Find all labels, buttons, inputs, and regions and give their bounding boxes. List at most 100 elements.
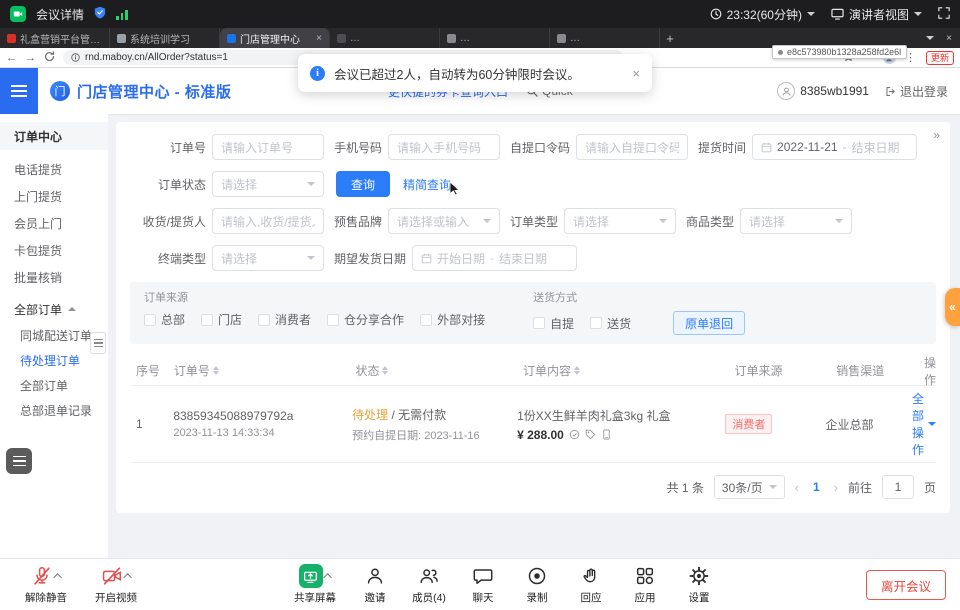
chevron-up-icon[interactable] [53,573,61,581]
goods-type-label: 商品类型 [686,213,734,230]
browser-tab-active[interactable]: 门店管理中心 × [220,28,330,48]
sidebar-item-batch-verify[interactable]: 批量核销 [0,264,108,291]
browser-tab-1[interactable]: 礼盒营销平台管理中心 [0,28,110,48]
new-tab-button[interactable]: + [660,28,680,48]
sidebar-item-door-pickup[interactable]: 上门提货 [0,183,108,210]
order-type-select[interactable]: 请选择 [564,208,676,234]
delivery-method-group-label: 送货方式 [533,289,745,305]
brand-logo: 门 门店管理中心 - 标准版 [50,81,231,102]
main-content: » 订单号 请输入订单号 手机号码 请输入手机号码 [108,114,960,558]
sidebar-item-all-orders[interactable]: 全部订单 [0,373,108,398]
checkbox-delivery-deliver[interactable]: 送货 [590,315,631,332]
sort-icon[interactable] [382,366,388,375]
fullscreen-icon[interactable] [938,7,950,22]
chevron-up-icon[interactable] [123,573,131,581]
menu-toggle-button[interactable] [0,68,38,114]
terminal-type-select[interactable]: 请选择 [212,245,324,271]
muted-mic-icon [31,565,53,587]
sidebar-item-hq-refund-log[interactable]: 总部退单记录 [0,398,108,423]
checkbox-source-external[interactable]: 外部对接 [420,311,485,328]
expect-date-range[interactable]: 开始日期 - 结束日期 [412,245,577,271]
phone-input[interactable]: 请输入手机号码 [388,134,500,160]
leave-meeting-button[interactable]: 离开会议 [866,570,946,600]
back-icon[interactable]: ← [6,52,17,64]
search-button[interactable]: 查询 [336,171,390,197]
tab-close-icon[interactable]: × [316,33,322,44]
meeting-timer[interactable]: 23:32(60分钟) [710,6,815,23]
user-avatar-icon [777,82,795,100]
checkbox-source-hq[interactable]: 总部 [144,311,185,328]
order-source-group-label: 订单来源 [144,289,485,305]
checkbox-icon [420,314,432,326]
apps-grid-icon [634,565,656,587]
simple-search-link[interactable]: 精简查询 [403,176,451,193]
pickup-code-input[interactable]: 请输入自提口令码 [576,134,688,160]
row-action-dropdown[interactable]: 全部操作 [912,390,936,458]
receiver-input[interactable]: 请输入,收货/提货人 [212,208,324,234]
goods-type-select[interactable]: 请选择 [740,208,852,234]
chevron-up-icon[interactable] [323,573,331,581]
meeting-panel-toggle[interactable]: « [945,288,960,326]
cell-status: 待处理 / 无需付款 预约自提日期: 2023-11-16 [352,406,517,443]
invite-person-icon [364,565,386,587]
checkbox-delivery-selfpickup[interactable]: 自提 [533,315,574,332]
tab-search-icon[interactable] [926,36,934,40]
toast-close-icon[interactable]: × [632,66,640,81]
members-button[interactable]: 成员(4) [400,564,458,605]
order-status-select[interactable]: 请选择 [212,171,324,197]
share-screen-button[interactable]: 共享屏幕 [286,564,344,605]
reactions-button[interactable]: 回应 [562,564,620,605]
brand-select[interactable]: 请选择或输入 [388,208,500,234]
pickup-date-range[interactable]: 2022-11-21 - 结束日期 [752,134,917,160]
goto-page-input[interactable]: 1 [882,475,914,499]
table-row: 1 83859345088979792a 2023-11-13 14:33:34… [130,386,936,463]
meeting-title[interactable]: 会议详情 [36,6,84,23]
browser-tab-4[interactable]: … [330,28,440,48]
sort-icon[interactable] [574,366,580,375]
refresh-icon[interactable] [44,51,55,65]
pickup-note: 预约自提日期: 2023-11-16 [352,427,517,443]
col-status[interactable]: 状态 [355,362,523,379]
floating-list-button[interactable] [6,448,32,474]
sidebar-item-card-pickup[interactable]: 卡包提货 [0,237,108,264]
next-page-button[interactable]: › [834,480,838,495]
prev-page-button[interactable]: ‹ [795,480,799,495]
start-video-button[interactable]: 开启视频 [84,564,148,605]
current-page[interactable]: 1 [809,480,824,494]
checkbox-source-consumer[interactable]: 消费者 [258,311,311,328]
browser-tab-6[interactable]: … [550,28,660,48]
sidebar-item-phone-pickup[interactable]: 电话提货 [0,156,108,183]
chat-bubble-icon [472,565,494,587]
collapse-filters-icon[interactable]: » [933,128,940,142]
invite-button[interactable]: 邀请 [346,564,404,605]
settings-button[interactable]: 设置 [670,564,728,605]
sort-icon[interactable] [213,366,219,375]
cell-index: 1 [130,417,173,431]
logout-button[interactable]: 退出登录 [885,83,948,100]
sidebar-group-all-orders[interactable]: 全部订单 [0,295,108,323]
user-account[interactable]: 8385wb1991 [777,82,869,100]
apps-button[interactable]: 应用 [616,564,674,605]
expect-date-label: 期望发货日期 [334,250,406,267]
order-no-input[interactable]: 请输入订单号 [212,134,324,160]
checkbox-source-store[interactable]: 门店 [201,311,242,328]
sidebar-collapse-handle[interactable] [90,332,106,354]
tab-favicon [117,34,126,43]
page-size-select[interactable]: 30条/页 [714,475,785,499]
return-original-order-button[interactable]: 原单退回 [673,311,745,335]
info-icon: i [310,66,325,81]
col-content[interactable]: 订单内容 [523,362,734,379]
col-order-no[interactable]: 订单号 [174,362,356,379]
update-badge[interactable]: 更新 [926,51,954,65]
sidebar-item-member-visit[interactable]: 会员上门 [0,210,108,237]
browser-tab-5[interactable]: … [440,28,550,48]
record-button[interactable]: 录制 [508,564,566,605]
forward-icon[interactable]: → [25,52,36,64]
chat-button[interactable]: 聊天 [454,564,512,605]
cell-action: 全部操作 [912,390,936,458]
view-mode-button[interactable]: 演讲者视图 [831,6,922,23]
unmute-button[interactable]: 解除静音 [14,564,78,605]
checkbox-source-warehouse-coop[interactable]: 仓分享合作 [327,311,404,328]
window-close-icon[interactable]: × [946,33,952,44]
browser-tab-2[interactable]: 系统培训学习 [110,28,220,48]
